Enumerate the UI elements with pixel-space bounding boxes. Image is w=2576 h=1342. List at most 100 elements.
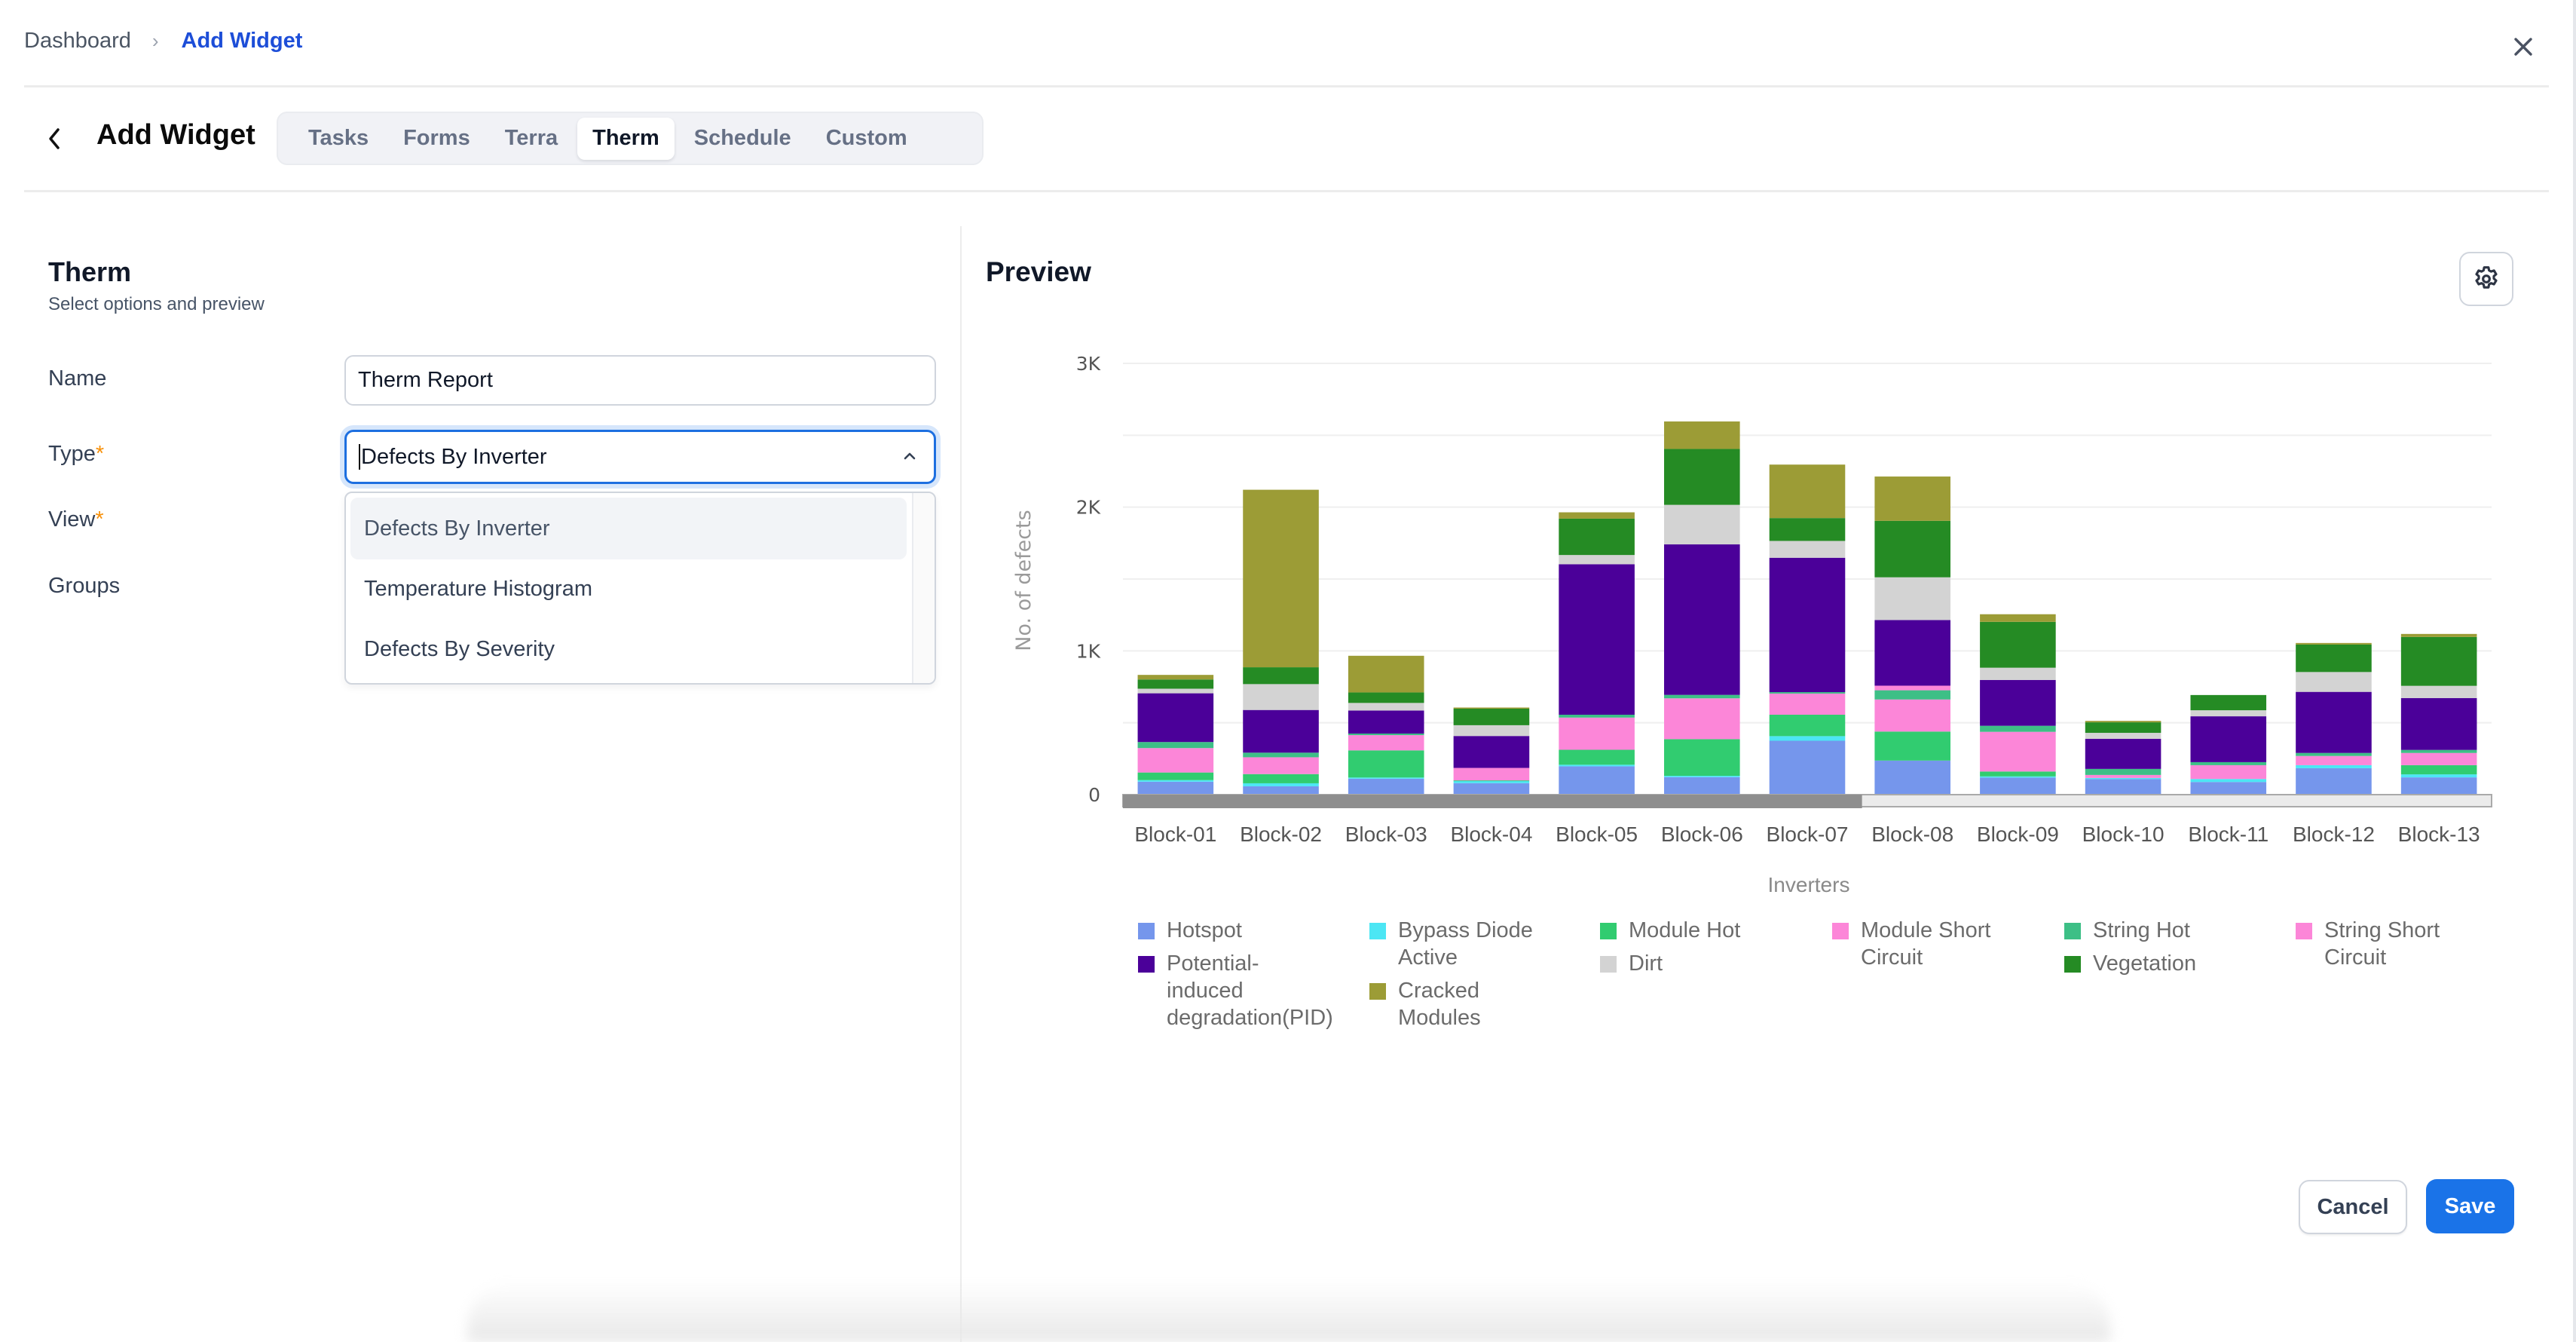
tab-forms[interactable]: Forms [388, 118, 485, 160]
bar-segment[interactable] [2296, 672, 2372, 692]
bar-segment[interactable] [1980, 731, 2056, 772]
bar-segment[interactable] [1874, 476, 1950, 521]
type-select[interactable]: Defects By Inverter [344, 430, 936, 484]
tab-terra[interactable]: Terra [490, 118, 573, 160]
dropdown-scrollbar[interactable] [912, 493, 935, 683]
bar-segment[interactable] [1348, 750, 1424, 778]
bar-stack[interactable] [1874, 476, 1950, 795]
bar-segment[interactable] [2085, 722, 2161, 734]
bar-segment[interactable] [1980, 771, 2056, 777]
legend-item[interactable]: String Short Circuit [2296, 917, 2477, 971]
zoom-handle[interactable] [1123, 795, 1862, 808]
bar-segment[interactable] [2400, 777, 2477, 795]
bar-segment[interactable] [1243, 757, 1319, 774]
legend-item[interactable]: Hotspot [1138, 917, 1334, 944]
back-button[interactable] [39, 121, 69, 157]
dropdown-option[interactable]: Defects By Inverter [350, 498, 907, 559]
bar-stack[interactable] [2400, 633, 2477, 795]
bar-segment[interactable] [1874, 577, 1950, 620]
bar-segment[interactable] [1769, 557, 1846, 693]
bar-segment[interactable] [2400, 636, 2477, 686]
bar-segment[interactable] [1980, 621, 2056, 668]
bar-stack[interactable] [1559, 512, 1635, 795]
bar-segment[interactable] [2190, 694, 2267, 711]
bar-stack[interactable] [2190, 694, 2267, 795]
bar-segment[interactable] [2296, 691, 2372, 753]
bar-segment[interactable] [1559, 518, 1635, 556]
bar-segment[interactable] [2400, 749, 2477, 753]
bar-segment[interactable] [1664, 504, 1740, 545]
bar-segment[interactable] [1664, 449, 1740, 505]
bar-segment[interactable] [1769, 541, 1846, 558]
bar-segment[interactable] [1137, 780, 1214, 782]
bar-segment[interactable] [1769, 518, 1846, 541]
bar-segment[interactable] [2190, 764, 2267, 780]
bar-segment[interactable] [1874, 520, 1950, 578]
bar-segment[interactable] [2190, 710, 2267, 717]
bar-segment[interactable] [1559, 717, 1635, 750]
bar-segment[interactable] [1664, 776, 1740, 777]
legend-item[interactable]: Potential-induced degradation(PID) [1138, 950, 1334, 1031]
bar-segment[interactable] [1137, 688, 1214, 694]
legend-item[interactable]: Vegetation [2064, 950, 2245, 977]
bar-segment[interactable] [2296, 768, 2372, 795]
bar-segment[interactable] [1348, 735, 1424, 751]
bar-segment[interactable] [1243, 786, 1319, 795]
bar-segment[interactable] [2296, 642, 2372, 645]
bar-segment[interactable] [1664, 739, 1740, 777]
bar-segment[interactable] [1137, 742, 1214, 749]
legend-item[interactable]: Dirt [1600, 950, 1796, 977]
bar-segment[interactable] [1664, 777, 1740, 795]
bar-segment[interactable] [1664, 698, 1740, 740]
legend-item[interactable]: Module Hot [1600, 917, 1796, 944]
bar-segment[interactable] [1453, 708, 1530, 725]
bar-segment[interactable] [1874, 760, 1950, 795]
bar-stack[interactable] [2296, 642, 2372, 795]
bar-stack[interactable] [2085, 721, 2161, 795]
bar-stack[interactable] [1348, 655, 1424, 795]
bar-stack[interactable] [1243, 489, 1319, 795]
legend-item[interactable]: Bypass Diode Active [1369, 917, 1565, 971]
dropdown-option[interactable]: Temperature Histogram [350, 558, 907, 620]
bar-segment[interactable] [1559, 764, 1635, 767]
bar-segment[interactable] [1559, 555, 1635, 565]
bar-segment[interactable] [1769, 692, 1846, 694]
bar-segment[interactable] [2085, 779, 2161, 795]
bar-segment[interactable] [2400, 685, 2477, 698]
bar-segment[interactable] [2085, 777, 2161, 780]
tab-custom[interactable]: Custom [811, 118, 922, 160]
bar-segment[interactable] [2296, 755, 2372, 765]
bar-segment[interactable] [1980, 614, 2056, 622]
bar-segment[interactable] [1980, 777, 2056, 795]
bar-segment[interactable] [1453, 736, 1530, 768]
bar-segment[interactable] [1243, 752, 1319, 758]
save-button[interactable]: Save [2426, 1179, 2514, 1233]
bar-segment[interactable] [1664, 694, 1740, 699]
bar-segment[interactable] [1664, 544, 1740, 695]
bar-segment[interactable] [1980, 667, 2056, 680]
bar-segment[interactable] [2400, 752, 2477, 765]
bar-segment[interactable] [1559, 749, 1635, 765]
chart-settings-button[interactable] [2459, 252, 2513, 306]
bar-stack[interactable] [1769, 464, 1846, 795]
bar-segment[interactable] [1874, 620, 1950, 686]
bar-segment[interactable] [1453, 725, 1530, 737]
bar-segment[interactable] [1137, 781, 1214, 795]
bar-segment[interactable] [1980, 776, 2056, 778]
bar-segment[interactable] [2400, 774, 2477, 778]
bar-segment[interactable] [1243, 684, 1319, 710]
bar-segment[interactable] [1243, 774, 1319, 783]
bar-segment[interactable] [1348, 692, 1424, 703]
bar-segment[interactable] [1137, 748, 1214, 773]
data-zoom-slider[interactable] [1122, 794, 2492, 808]
bar-segment[interactable] [1137, 693, 1214, 743]
bar-segment[interactable] [1769, 740, 1846, 795]
bar-segment[interactable] [1453, 707, 1530, 709]
bar-segment[interactable] [2400, 764, 2477, 775]
tab-schedule[interactable]: Schedule [679, 118, 806, 160]
bar-segment[interactable] [1137, 772, 1214, 780]
bar-segment[interactable] [1453, 780, 1530, 782]
cancel-button[interactable]: Cancel [2299, 1180, 2407, 1234]
bar-segment[interactable] [2085, 774, 2161, 778]
bar-segment[interactable] [2085, 733, 2161, 740]
